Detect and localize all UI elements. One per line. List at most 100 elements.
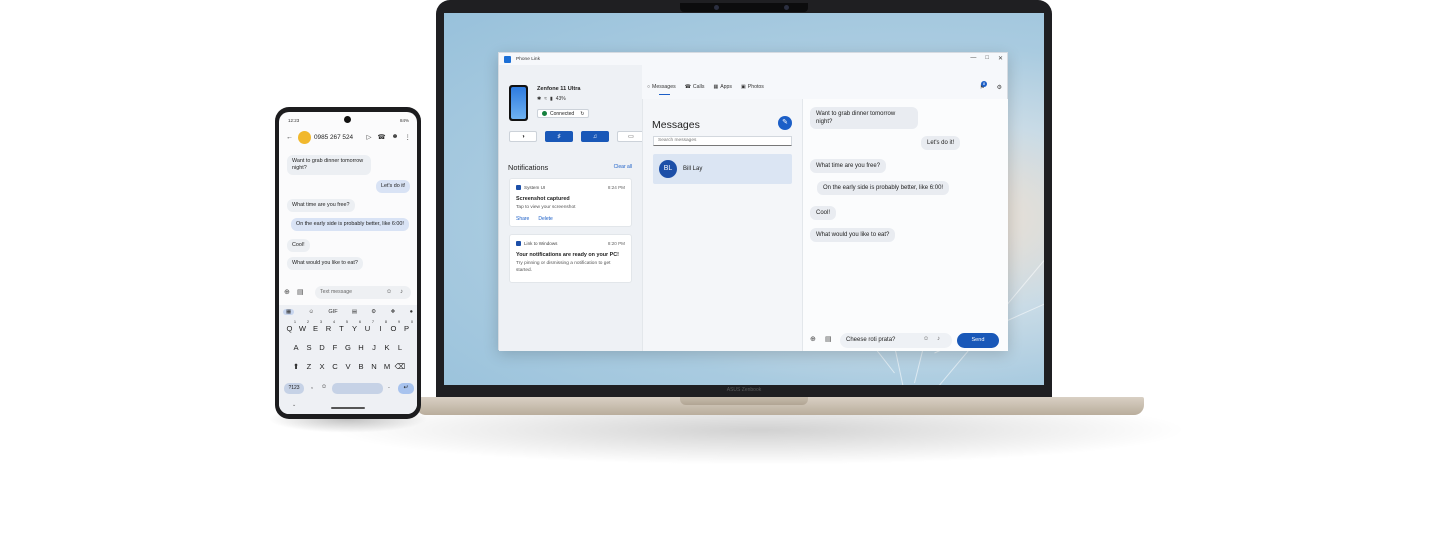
backspace-key[interactable]: ⌫ [394,362,407,371]
key[interactable]: L [394,343,407,352]
key[interactable]: E [309,324,322,333]
share-link[interactable]: Share [516,216,529,222]
apps-grid-icon[interactable]: ▦ [283,309,295,315]
message-input[interactable]: Cheese roti prata? [840,333,952,348]
connection-status: Connected ↻ [537,109,590,118]
add-icon[interactable]: ⊕ [284,288,290,296]
key[interactable]: G [342,343,355,352]
key[interactable]: K [381,343,394,352]
emoji-key-icon[interactable]: ☺ [321,384,327,390]
clipboard-icon[interactable]: ▤ [352,309,357,315]
key[interactable]: S [303,343,316,352]
sync-icon[interactable]: ↻ [580,111,584,117]
key[interactable]: F [329,343,342,352]
key-hint: 2 [307,320,309,324]
chevron-down-icon[interactable]: ⌄ [292,402,296,408]
notification-card[interactable]: Link to Windows 8:20 PM Your notificatio… [509,234,632,283]
key[interactable]: J [368,343,381,352]
message-bubble: What would you like to eat? [810,228,896,242]
comma-key[interactable]: , [311,383,313,390]
photos-icon: ▣ [741,84,746,90]
clear-all-link[interactable]: Clear all [614,164,632,170]
key[interactable]: W [296,324,309,333]
notification-source: Link to Windows [524,241,558,246]
music-icon: ♫ [592,133,598,140]
search-messages-input[interactable]: Search messages [653,136,792,146]
maximize-button[interactable]: □ [985,55,989,62]
dnd-button[interactable]: ◑ [509,131,537,142]
home-indicator[interactable] [331,407,365,409]
voice-icon[interactable]: ● [410,309,413,315]
key[interactable]: B [355,362,368,371]
key[interactable]: Y [348,324,361,333]
audio-button[interactable]: ♯ [545,131,573,142]
key[interactable]: M [381,362,394,371]
add-person-icon[interactable]: ☻ [392,133,399,141]
device-image [509,85,528,121]
gif-button[interactable]: GIF [328,309,337,315]
notification-body: Tap to view your screenshot [516,205,576,210]
key[interactable]: A [290,343,303,352]
key[interactable]: N [368,362,381,371]
close-button[interactable]: ✕ [998,55,1003,62]
send-button[interactable]: Send [957,333,999,348]
key[interactable]: U [361,324,374,333]
mic-icon[interactable]: ♪ [400,289,403,295]
emoji-icon[interactable]: ☺ [923,336,929,342]
key[interactable]: O [387,324,400,333]
status-time: 12:23 [288,118,300,123]
back-arrow-icon[interactable]: ← [286,134,293,141]
desktop-screen: Phone Link — □ ✕ Zenfone 11 Ultra ✱ ≈ ▮ … [444,13,1044,385]
key[interactable]: X [316,362,329,371]
tab-apps[interactable]: ▦ Apps [713,84,732,90]
shift-key[interactable]: ⬆ [290,362,303,371]
key[interactable]: H [355,343,368,352]
key-hint: 4 [333,320,335,324]
key-hint: 7 [372,320,374,324]
mic-icon[interactable]: ♪ [937,336,940,342]
new-message-button[interactable]: ✎ [778,116,792,130]
key[interactable]: D [316,343,329,352]
battery-icon: ▮ [549,96,553,102]
period-key[interactable]: . [388,383,390,390]
key[interactable]: Z [303,362,316,371]
conversation-item[interactable]: BL Bill Lay [653,154,792,184]
key[interactable]: Q [283,324,296,333]
tab-label: Calls [692,84,705,90]
minimize-button[interactable]: — [970,55,976,62]
symbols-key[interactable]: ?123 [284,383,304,394]
connection-label: Connected [550,110,575,117]
key[interactable]: T [335,324,348,333]
emoji-icon[interactable]: ☺ [386,289,392,295]
key[interactable]: P [400,324,413,333]
settings-icon[interactable]: ⚙ [371,309,376,315]
text-message-input[interactable]: Text message [315,286,411,299]
key[interactable]: C [329,362,342,371]
key[interactable]: R [322,324,335,333]
conversation-list: Messages ✎ Search messages BL Bill Lay [642,99,802,351]
phone-call-icon[interactable]: ☎ [378,133,386,141]
music-button[interactable]: ♫ [581,131,609,142]
key-row-3: ⬆ Z X C V B N M ⌫ [279,362,417,371]
tab-messages[interactable]: ○ Messages [647,84,676,95]
add-icon[interactable]: ⊕ [810,335,816,343]
key[interactable]: V [342,362,355,371]
phone-screen: 12:23 84% ← 0985 267 524 ▷ ☎ ☻ ⋮ Want to… [279,112,417,414]
gear-icon[interactable]: ⚙ [997,84,1002,91]
key[interactable]: I [374,324,387,333]
tab-calls[interactable]: ☎ Calls [685,84,705,90]
delete-link[interactable]: Delete [538,216,552,222]
notification-card[interactable]: System UI 8:24 PM Screenshot captured Ta… [509,178,632,227]
gallery-icon[interactable]: ▤ [825,335,832,343]
more-options-icon[interactable]: ⋮ [405,133,412,141]
tab-photos[interactable]: ▣ Photos [741,84,764,90]
screen-mirror-button[interactable]: ▭ [617,131,645,142]
gallery-icon[interactable]: ▤ [297,288,304,296]
key-hint: 3 [320,320,322,324]
video-call-icon[interactable]: ▷ [367,133,372,141]
enter-key[interactable]: ↵ [398,383,414,394]
sticker-icon[interactable]: ☺ [308,309,314,315]
palette-icon[interactable]: ❖ [390,309,395,315]
space-key[interactable] [332,383,383,394]
key-hint: 0 [411,320,413,324]
